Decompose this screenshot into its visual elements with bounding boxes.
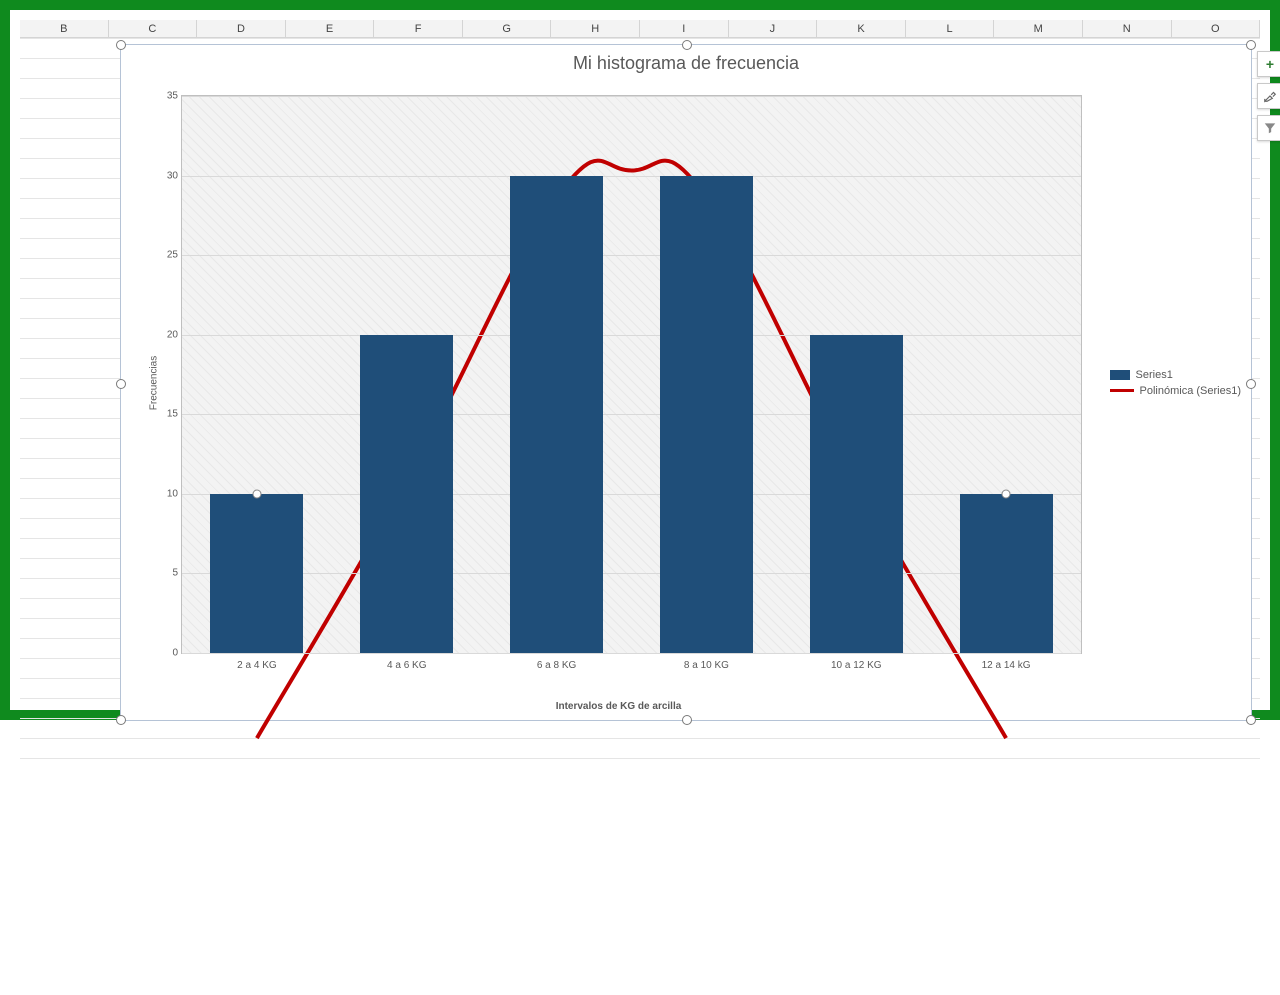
y-tick-label: 20 [158,329,178,340]
plot-area-wrap: Frecuencias Intervalos de KG de arcilla … [151,85,1086,680]
worksheet[interactable]: BCDEFGHIJKLMNO + Mi histograma de frecue… [20,20,1260,700]
chart-styles-button[interactable] [1257,83,1280,109]
bar[interactable] [810,335,903,653]
trendline-endpoint[interactable] [252,489,261,498]
column-header[interactable]: B [20,20,109,38]
resize-handle[interactable] [1246,379,1256,389]
column-header[interactable]: J [729,20,818,38]
y-tick-label: 15 [158,409,178,420]
column-headers[interactable]: BCDEFGHIJKLMNO [20,20,1260,38]
column-header[interactable]: M [994,20,1083,38]
x-tick-label: 2 a 4 KG [237,660,276,671]
column-header[interactable]: F [374,20,463,38]
x-tick-label: 6 a 8 KG [537,660,576,671]
y-tick-label: 25 [158,250,178,261]
resize-handle[interactable] [116,40,126,50]
resize-handle[interactable] [682,715,692,725]
column-header[interactable]: E [286,20,375,38]
bar[interactable] [360,335,453,653]
resize-handle[interactable] [1246,715,1256,725]
legend-item-series1[interactable]: Series1 [1110,369,1241,381]
chart-side-buttons: + [1257,51,1280,141]
bar[interactable] [660,176,753,653]
resize-handle[interactable] [116,379,126,389]
legend[interactable]: Series1 Polinómica (Series1) [1110,365,1241,401]
trendline[interactable] [182,96,1081,995]
x-tick-label: 8 a 10 KG [684,660,729,671]
y-axis-label[interactable]: Frecuencias [149,355,160,409]
column-header[interactable]: H [551,20,640,38]
x-axis-label[interactable]: Intervalos de KG de arcilla [151,701,1086,712]
y-tick-label: 30 [158,170,178,181]
column-header[interactable]: N [1083,20,1172,38]
resize-handle[interactable] [1246,40,1256,50]
y-tick-label: 0 [158,648,178,659]
x-tick-label: 4 a 6 KG [387,660,426,671]
resize-handle[interactable] [682,40,692,50]
trendline-endpoint[interactable] [1002,489,1011,498]
chart-elements-button[interactable]: + [1257,51,1280,77]
legend-line-icon [1110,389,1134,392]
app-frame: BCDEFGHIJKLMNO + Mi histograma de frecue… [0,0,1280,720]
y-tick-label: 10 [158,488,178,499]
chart-object[interactable]: + Mi histograma de frecuencia Frecuencia… [120,44,1252,721]
column-header[interactable]: D [197,20,286,38]
column-header[interactable]: L [906,20,995,38]
chart-filters-button[interactable] [1257,115,1280,141]
column-header[interactable]: C [109,20,198,38]
x-tick-label: 10 a 12 KG [831,660,882,671]
column-header[interactable]: O [1172,20,1261,38]
resize-handle[interactable] [116,715,126,725]
y-tick-label: 5 [158,568,178,579]
bar[interactable] [210,494,303,653]
x-tick-label: 12 a 14 kG [982,660,1031,671]
chart-title[interactable]: Mi histograma de frecuencia [121,53,1251,74]
legend-label: Polinómica (Series1) [1140,385,1241,397]
column-header[interactable]: K [817,20,906,38]
bar[interactable] [960,494,1053,653]
legend-swatch-icon [1110,370,1130,380]
column-header[interactable]: G [463,20,552,38]
legend-label: Series1 [1136,369,1173,381]
legend-item-trendline[interactable]: Polinómica (Series1) [1110,385,1241,397]
y-tick-label: 35 [158,91,178,102]
column-header[interactable]: I [640,20,729,38]
plot-area[interactable]: 051015202530352 a 4 KG4 a 6 KG6 a 8 KG8 … [181,95,1082,654]
bar[interactable] [510,176,603,653]
